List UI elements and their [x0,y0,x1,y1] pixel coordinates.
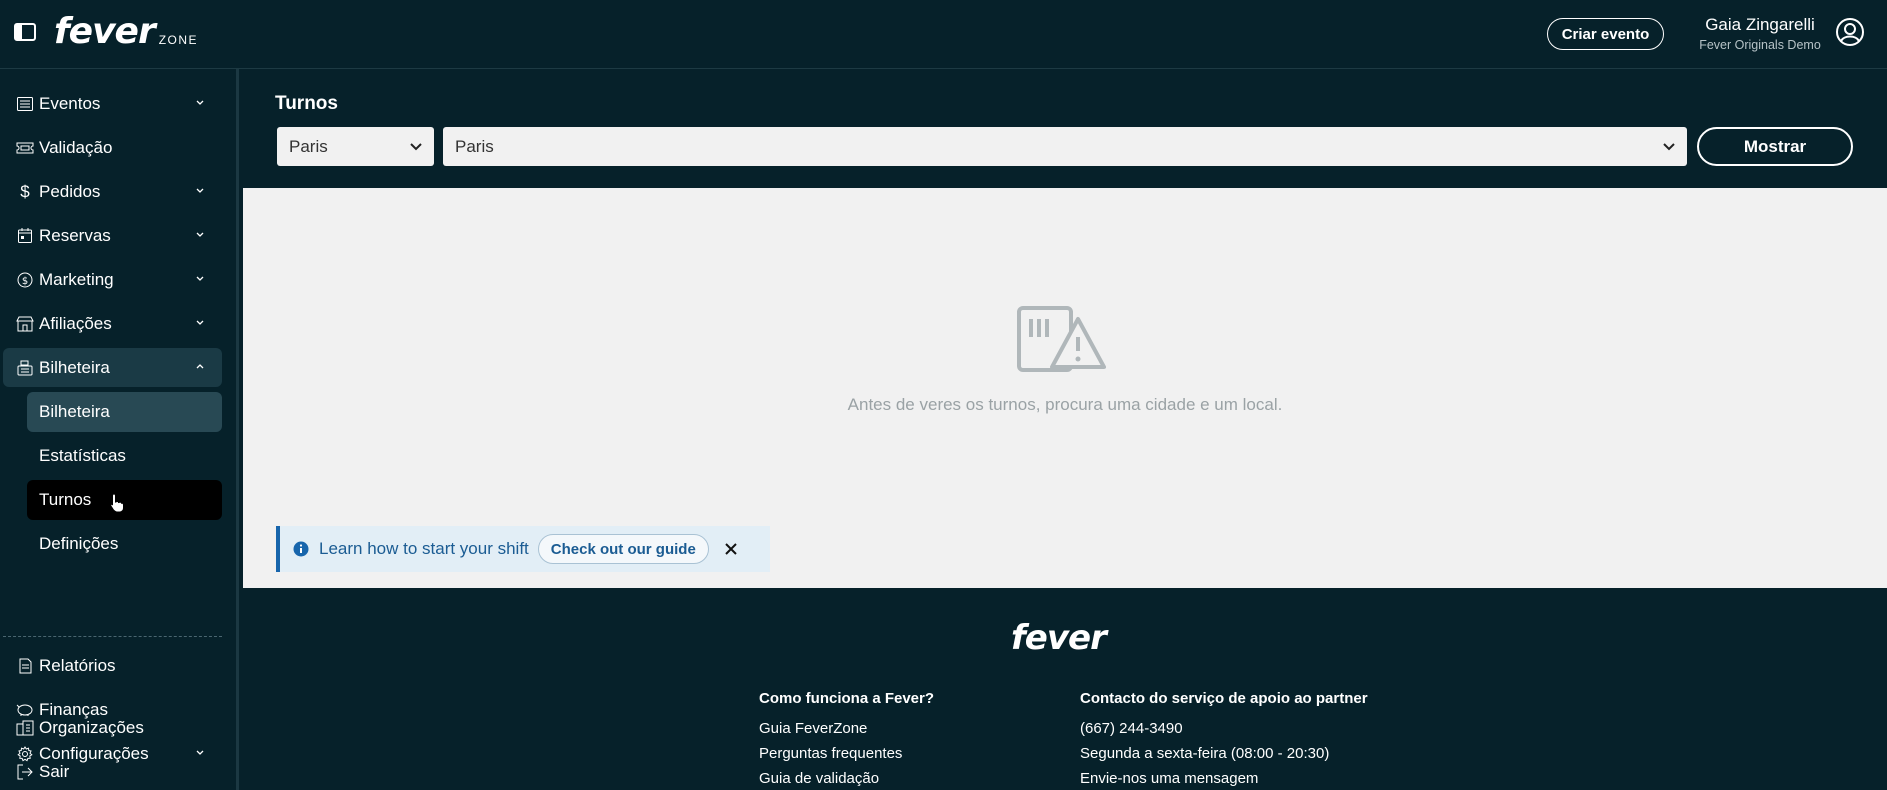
check-guide-button[interactable]: Check out our guide [537,534,709,564]
banner-text: Learn how to start your shift [319,539,529,558]
sidebar-subitem-turnos[interactable]: Turnos [27,480,222,520]
chevron-down-icon [196,232,204,237]
sidebar-divider [3,636,222,637]
chevron-down-icon [196,320,204,325]
show-button[interactable]: Mostrar [1697,127,1853,166]
chevron-down-icon [1663,143,1675,151]
list-icon [16,95,34,113]
sidebar-item-relatorios[interactable]: Relatórios [3,646,222,685]
sidebar-item-sair[interactable]: Sair [3,752,222,790]
sidebar-item-bilheteira[interactable]: Bilheteira [3,348,222,387]
document-icon [16,657,34,675]
sidebar-item-eventos[interactable]: Eventos [3,84,222,123]
brand-suffix: ZONE [158,33,199,47]
sidebar-subitem-label: Turnos [39,490,92,509]
footer-heading: Contacto do serviço de apoio ao partner [1080,690,1368,707]
sidebar-item-marketing[interactable]: $ Marketing [3,260,222,299]
city-select-value: Paris [289,136,328,156]
chevron-down-icon [410,143,422,151]
sidebar-item-organizacoes-row[interactable]: Organizações [3,708,222,747]
sidebar-item-label: Organizações [39,717,144,737]
footer-heading: Como funciona a Fever? [759,690,935,707]
footer-link-faq[interactable]: Perguntas frequentes [759,741,934,766]
top-header: fever ZONE Criar evento Gaia Zingarelli … [0,0,1887,69]
sidebar-subitem-definicoes[interactable]: Definições [27,524,222,564]
footer-column-support: Contacto do serviço de apoio ao partner … [1080,690,1368,790]
info-icon [293,541,309,557]
footer-column-how-it-works: Como funciona a Fever? Guia FeverZone Pe… [759,690,934,790]
footer-logo[interactable]: fever [1011,618,1107,658]
close-icon[interactable] [725,543,737,555]
user-menu[interactable]: Gaia Zingarelli Fever Originals Demo [1690,14,1830,54]
sidebar-item-label: Reservas [39,225,111,245]
page-title: Turnos [275,93,338,114]
sidebar-item-validacao[interactable]: Validação [3,128,222,167]
empty-state-warning-icon [1017,306,1106,372]
sidebar-item-pedidos[interactable]: $ Pedidos [3,172,222,211]
coin-icon: $ [16,271,34,289]
dollar-icon: $ [20,181,30,201]
shifts-filter-bar: Turnos Paris Paris Mostrar [243,69,1887,188]
calendar-icon [16,227,34,245]
sidebar-item-reservas[interactable]: Reservas [3,216,222,255]
sidebar-subitem-bilheteira[interactable]: Bilheteira [27,392,222,432]
footer-link-validation-guide[interactable]: Guia de validação [759,766,934,790]
store-icon [16,315,34,333]
footer-phone[interactable]: (667) 244-3490 [1080,716,1368,741]
chevron-down-icon [196,276,204,281]
sidebar-item-label: Sair [39,761,70,781]
footer-hours: Segunda a sexta-feira (08:00 - 20:30) [1080,745,1330,762]
fever-zone-logo[interactable]: fever ZONE [54,12,198,52]
sidebar-item-label: Pedidos [39,181,101,201]
chevron-down-icon [196,100,204,105]
sidebar-item-label: Eventos [39,93,101,113]
user-organization: Fever Originals Demo [1699,38,1821,52]
user-avatar-icon[interactable] [1835,17,1865,47]
sidebar-subitem-estatisticas[interactable]: Estatísticas [27,436,222,476]
user-name: Gaia Zingarelli [1705,15,1815,34]
logout-icon [16,763,34,781]
hand-cursor-icon [110,493,124,513]
cash-register-icon [16,359,34,377]
chevron-up-icon [196,364,204,369]
empty-state-message: Antes de veres os turnos, procura uma ci… [847,395,1283,414]
city-select[interactable]: Paris [277,127,434,166]
sidebar-toggle-icon[interactable] [14,23,36,41]
sidebar-item-label: Afiliações [39,313,112,333]
sidebar: Eventos Validação $ Pedidos Reservas $ M… [0,69,239,790]
guide-banner: Learn how to start your shift Check out … [276,526,770,572]
venue-select-value: Paris [455,136,494,156]
sidebar-item-label: Marketing [39,269,114,289]
create-event-button[interactable]: Criar evento [1547,18,1664,50]
footer-message-link[interactable]: Envie-nos uma mensagem [1080,766,1368,790]
sidebar-item-label: Bilheteira [39,357,110,377]
chevron-down-icon [196,188,204,193]
footer: fever Como funciona a Fever? Guia FeverZ… [243,588,1887,790]
brand-wordmark: fever [54,11,156,52]
sidebar-item-label: Validação [39,137,113,157]
svg-text:$: $ [22,276,28,287]
ticket-icon [16,139,34,157]
shifts-content: Antes de veres os turnos, procura uma ci… [243,188,1887,588]
buildings-icon [16,719,34,737]
sidebar-item-label: Relatórios [39,655,116,675]
venue-select[interactable]: Paris [443,127,1687,166]
sidebar-item-afiliacoes[interactable]: Afiliações [3,304,222,343]
footer-link-guide[interactable]: Guia FeverZone [759,716,934,741]
